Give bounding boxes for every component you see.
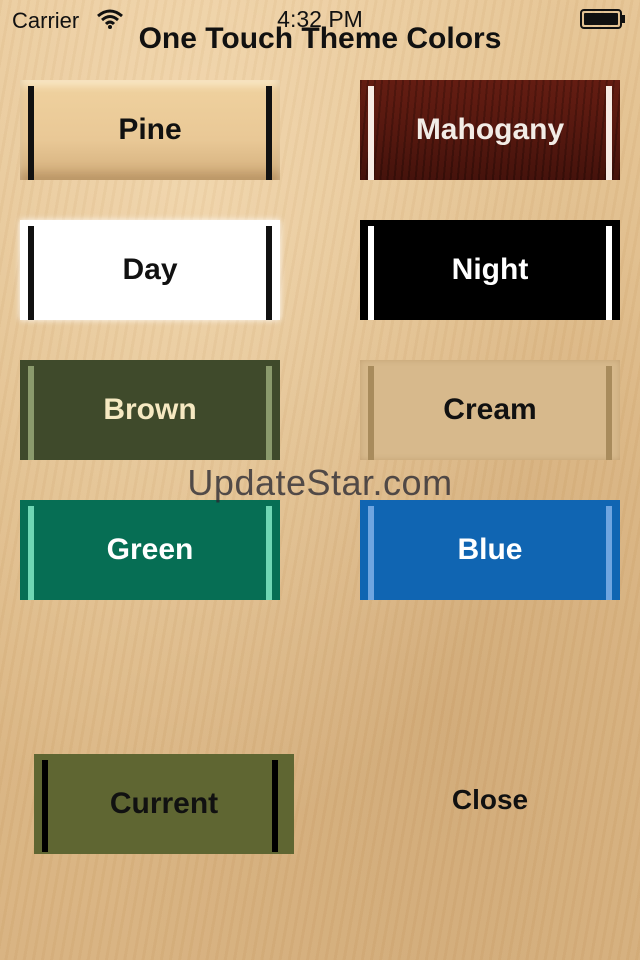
button-edge-left bbox=[28, 366, 34, 460]
theme-night-button[interactable]: Night bbox=[360, 220, 620, 320]
theme-pine-button[interactable]: Pine bbox=[20, 80, 280, 180]
theme-day-button[interactable]: Day bbox=[20, 220, 280, 320]
theme-mahogany-label: Mahogany bbox=[415, 113, 565, 146]
theme-brown-label: Brown bbox=[103, 393, 197, 426]
current-theme-button[interactable]: Current bbox=[34, 754, 294, 854]
button-edge-right bbox=[272, 760, 278, 852]
button-edge-right bbox=[266, 226, 272, 320]
theme-day-label: Day bbox=[122, 253, 178, 286]
button-edge-left bbox=[28, 86, 34, 180]
theme-cream-label: Cream bbox=[443, 393, 537, 426]
button-edge-left bbox=[28, 506, 34, 600]
button-edge-left bbox=[368, 366, 374, 460]
button-edge-left bbox=[42, 760, 48, 852]
button-edge-right bbox=[606, 506, 612, 600]
button-edge-right bbox=[266, 86, 272, 180]
close-button[interactable]: Close bbox=[400, 780, 580, 820]
button-edge-left bbox=[28, 226, 34, 320]
button-edge-right bbox=[266, 506, 272, 600]
theme-cream-button[interactable]: Cream bbox=[360, 360, 620, 460]
theme-green-button[interactable]: Green bbox=[20, 500, 280, 600]
button-edge-right bbox=[606, 86, 612, 180]
button-edge-right bbox=[266, 366, 272, 460]
watermark-text: UpdateStar.com bbox=[187, 462, 453, 503]
theme-mahogany-button[interactable]: Mahogany bbox=[360, 80, 620, 180]
page-title: One Touch Theme Colors bbox=[138, 22, 502, 55]
theme-pine-label: Pine bbox=[118, 113, 182, 146]
button-edge-right bbox=[606, 366, 612, 460]
button-edge-right bbox=[606, 226, 612, 320]
button-edge-left bbox=[368, 86, 374, 180]
theme-green-label: Green bbox=[106, 533, 194, 566]
theme-brown-button[interactable]: Brown bbox=[20, 360, 280, 460]
theme-night-label: Night bbox=[451, 253, 529, 286]
button-edge-left bbox=[368, 226, 374, 320]
button-edge-left bbox=[368, 506, 374, 600]
current-theme-label: Current bbox=[109, 787, 219, 820]
theme-blue-label: Blue bbox=[457, 533, 523, 566]
theme-blue-button[interactable]: Blue bbox=[360, 500, 620, 600]
